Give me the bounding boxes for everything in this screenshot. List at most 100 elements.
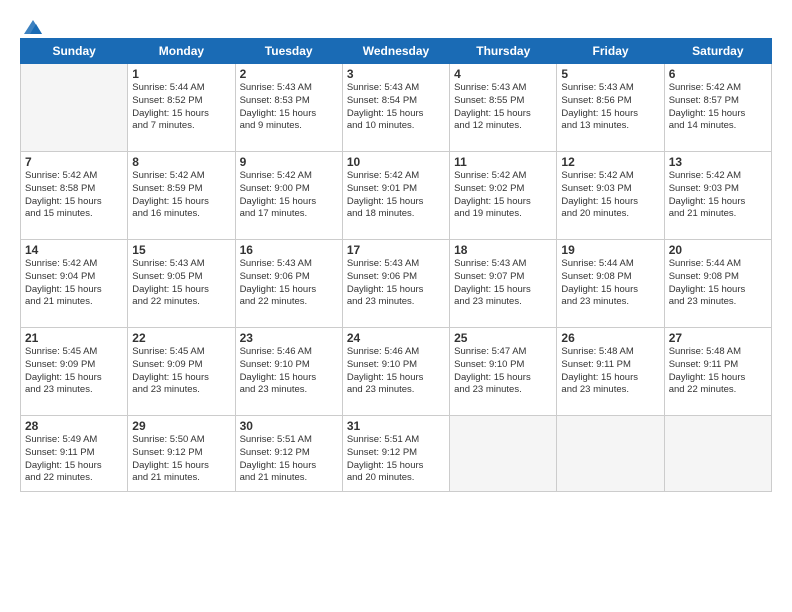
day-number: 21 [25, 331, 123, 345]
calendar-cell: 7Sunrise: 5:42 AMSunset: 8:58 PMDaylight… [21, 152, 128, 240]
day-number: 22 [132, 331, 230, 345]
day-number: 17 [347, 243, 445, 257]
day-number: 5 [561, 67, 659, 81]
day-number: 19 [561, 243, 659, 257]
day-number: 31 [347, 419, 445, 433]
col-header-wednesday: Wednesday [342, 39, 449, 64]
header [20, 18, 772, 32]
calendar-cell: 15Sunrise: 5:43 AMSunset: 9:05 PMDayligh… [128, 240, 235, 328]
calendar-week-2: 7Sunrise: 5:42 AMSunset: 8:58 PMDaylight… [21, 152, 772, 240]
calendar-cell [450, 416, 557, 492]
page: SundayMondayTuesdayWednesdayThursdayFrid… [0, 0, 792, 612]
day-number: 11 [454, 155, 552, 169]
day-number: 8 [132, 155, 230, 169]
day-number: 28 [25, 419, 123, 433]
calendar-cell: 29Sunrise: 5:50 AMSunset: 9:12 PMDayligh… [128, 416, 235, 492]
calendar-week-5: 28Sunrise: 5:49 AMSunset: 9:11 PMDayligh… [21, 416, 772, 492]
day-number: 24 [347, 331, 445, 345]
day-number: 18 [454, 243, 552, 257]
cell-details: Sunrise: 5:42 AMSunset: 9:03 PMDaylight:… [561, 170, 659, 221]
cell-details: Sunrise: 5:43 AMSunset: 9:07 PMDaylight:… [454, 258, 552, 309]
col-header-monday: Monday [128, 39, 235, 64]
cell-details: Sunrise: 5:42 AMSunset: 9:03 PMDaylight:… [669, 170, 767, 221]
day-number: 4 [454, 67, 552, 81]
day-number: 6 [669, 67, 767, 81]
cell-details: Sunrise: 5:42 AMSunset: 8:58 PMDaylight:… [25, 170, 123, 221]
calendar-cell: 10Sunrise: 5:42 AMSunset: 9:01 PMDayligh… [342, 152, 449, 240]
cell-details: Sunrise: 5:48 AMSunset: 9:11 PMDaylight:… [561, 346, 659, 397]
col-header-friday: Friday [557, 39, 664, 64]
calendar-cell [664, 416, 771, 492]
calendar-cell: 12Sunrise: 5:42 AMSunset: 9:03 PMDayligh… [557, 152, 664, 240]
day-number: 23 [240, 331, 338, 345]
day-number: 12 [561, 155, 659, 169]
day-number: 20 [669, 243, 767, 257]
day-number: 30 [240, 419, 338, 433]
logo [20, 18, 44, 32]
calendar-cell: 9Sunrise: 5:42 AMSunset: 9:00 PMDaylight… [235, 152, 342, 240]
cell-details: Sunrise: 5:51 AMSunset: 9:12 PMDaylight:… [240, 434, 338, 485]
cell-details: Sunrise: 5:42 AMSunset: 9:04 PMDaylight:… [25, 258, 123, 309]
logo-icon [22, 18, 44, 36]
cell-details: Sunrise: 5:43 AMSunset: 9:06 PMDaylight:… [347, 258, 445, 309]
calendar-cell: 3Sunrise: 5:43 AMSunset: 8:54 PMDaylight… [342, 64, 449, 152]
calendar-cell: 13Sunrise: 5:42 AMSunset: 9:03 PMDayligh… [664, 152, 771, 240]
day-number: 7 [25, 155, 123, 169]
calendar-cell [557, 416, 664, 492]
day-number: 2 [240, 67, 338, 81]
calendar-cell: 21Sunrise: 5:45 AMSunset: 9:09 PMDayligh… [21, 328, 128, 416]
cell-details: Sunrise: 5:43 AMSunset: 8:56 PMDaylight:… [561, 82, 659, 133]
cell-details: Sunrise: 5:42 AMSunset: 9:00 PMDaylight:… [240, 170, 338, 221]
cell-details: Sunrise: 5:42 AMSunset: 8:57 PMDaylight:… [669, 82, 767, 133]
day-number: 9 [240, 155, 338, 169]
cell-details: Sunrise: 5:44 AMSunset: 9:08 PMDaylight:… [561, 258, 659, 309]
calendar-cell: 24Sunrise: 5:46 AMSunset: 9:10 PMDayligh… [342, 328, 449, 416]
cell-details: Sunrise: 5:46 AMSunset: 9:10 PMDaylight:… [240, 346, 338, 397]
calendar-cell: 25Sunrise: 5:47 AMSunset: 9:10 PMDayligh… [450, 328, 557, 416]
cell-details: Sunrise: 5:42 AMSunset: 9:01 PMDaylight:… [347, 170, 445, 221]
cell-details: Sunrise: 5:44 AMSunset: 8:52 PMDaylight:… [132, 82, 230, 133]
calendar-cell: 26Sunrise: 5:48 AMSunset: 9:11 PMDayligh… [557, 328, 664, 416]
cell-details: Sunrise: 5:43 AMSunset: 8:54 PMDaylight:… [347, 82, 445, 133]
day-number: 25 [454, 331, 552, 345]
cell-details: Sunrise: 5:48 AMSunset: 9:11 PMDaylight:… [669, 346, 767, 397]
cell-details: Sunrise: 5:42 AMSunset: 8:59 PMDaylight:… [132, 170, 230, 221]
calendar-cell: 4Sunrise: 5:43 AMSunset: 8:55 PMDaylight… [450, 64, 557, 152]
calendar-cell: 2Sunrise: 5:43 AMSunset: 8:53 PMDaylight… [235, 64, 342, 152]
col-header-tuesday: Tuesday [235, 39, 342, 64]
cell-details: Sunrise: 5:44 AMSunset: 9:08 PMDaylight:… [669, 258, 767, 309]
cell-details: Sunrise: 5:45 AMSunset: 9:09 PMDaylight:… [25, 346, 123, 397]
calendar-cell: 22Sunrise: 5:45 AMSunset: 9:09 PMDayligh… [128, 328, 235, 416]
day-number: 10 [347, 155, 445, 169]
calendar-cell: 27Sunrise: 5:48 AMSunset: 9:11 PMDayligh… [664, 328, 771, 416]
day-number: 27 [669, 331, 767, 345]
calendar-week-3: 14Sunrise: 5:42 AMSunset: 9:04 PMDayligh… [21, 240, 772, 328]
cell-details: Sunrise: 5:49 AMSunset: 9:11 PMDaylight:… [25, 434, 123, 485]
calendar-table: SundayMondayTuesdayWednesdayThursdayFrid… [20, 38, 772, 492]
day-number: 16 [240, 243, 338, 257]
calendar-week-4: 21Sunrise: 5:45 AMSunset: 9:09 PMDayligh… [21, 328, 772, 416]
day-number: 13 [669, 155, 767, 169]
cell-details: Sunrise: 5:45 AMSunset: 9:09 PMDaylight:… [132, 346, 230, 397]
calendar-cell: 14Sunrise: 5:42 AMSunset: 9:04 PMDayligh… [21, 240, 128, 328]
day-number: 29 [132, 419, 230, 433]
cell-details: Sunrise: 5:43 AMSunset: 9:06 PMDaylight:… [240, 258, 338, 309]
calendar-cell [21, 64, 128, 152]
calendar-cell: 28Sunrise: 5:49 AMSunset: 9:11 PMDayligh… [21, 416, 128, 492]
day-number: 14 [25, 243, 123, 257]
calendar-cell: 17Sunrise: 5:43 AMSunset: 9:06 PMDayligh… [342, 240, 449, 328]
col-header-sunday: Sunday [21, 39, 128, 64]
cell-details: Sunrise: 5:43 AMSunset: 8:53 PMDaylight:… [240, 82, 338, 133]
calendar-cell: 5Sunrise: 5:43 AMSunset: 8:56 PMDaylight… [557, 64, 664, 152]
day-number: 15 [132, 243, 230, 257]
col-header-saturday: Saturday [664, 39, 771, 64]
calendar-cell: 30Sunrise: 5:51 AMSunset: 9:12 PMDayligh… [235, 416, 342, 492]
calendar-cell: 20Sunrise: 5:44 AMSunset: 9:08 PMDayligh… [664, 240, 771, 328]
cell-details: Sunrise: 5:42 AMSunset: 9:02 PMDaylight:… [454, 170, 552, 221]
cell-details: Sunrise: 5:43 AMSunset: 8:55 PMDaylight:… [454, 82, 552, 133]
cell-details: Sunrise: 5:51 AMSunset: 9:12 PMDaylight:… [347, 434, 445, 485]
calendar-cell: 11Sunrise: 5:42 AMSunset: 9:02 PMDayligh… [450, 152, 557, 240]
col-header-thursday: Thursday [450, 39, 557, 64]
calendar-cell: 19Sunrise: 5:44 AMSunset: 9:08 PMDayligh… [557, 240, 664, 328]
calendar-header-row: SundayMondayTuesdayWednesdayThursdayFrid… [21, 39, 772, 64]
